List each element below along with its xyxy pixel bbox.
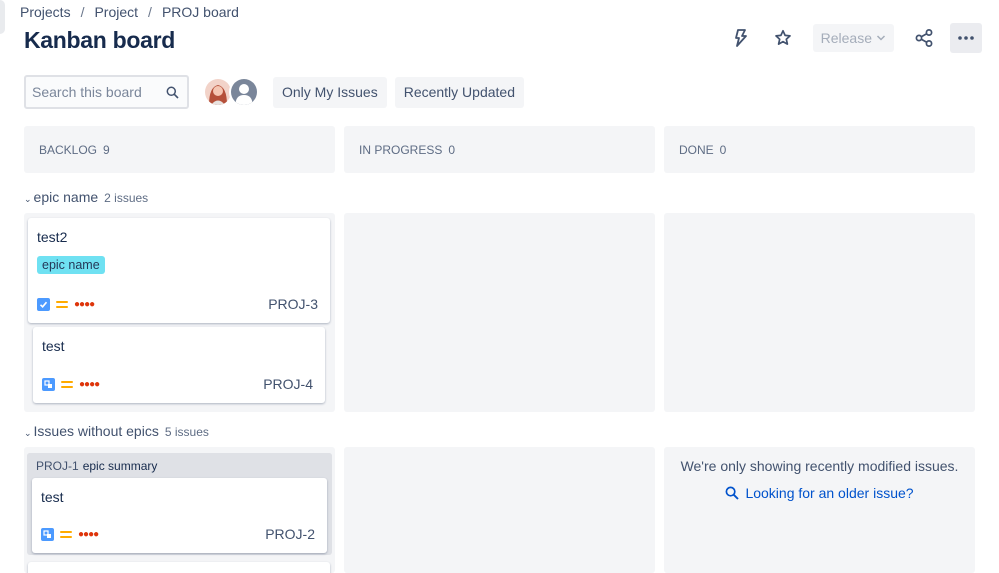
column-count: 0 <box>448 142 456 157</box>
issue-card[interactable]: test ●●●● PROJ-4 <box>33 327 325 403</box>
star-button[interactable] <box>767 23 799 53</box>
search-icon <box>166 86 179 99</box>
column-count: 9 <box>103 142 110 157</box>
card-footer: ●●●● PROJ-3 <box>37 296 318 312</box>
chevron-down-icon: ⌄ <box>24 428 32 438</box>
search-icon <box>725 486 740 500</box>
breadcrumb-separator: / <box>80 4 85 20</box>
assignee-avatars <box>203 77 259 107</box>
header-actions: Release <box>725 23 982 53</box>
parent-issue-group: PROJ-1 epic summary test ●●●● PROJ-2 <box>27 453 332 555</box>
swimlane-header-epic[interactable]: ⌄ epic name 2 issues <box>24 189 148 205</box>
card-footer: ●●●● PROJ-2 <box>41 526 315 542</box>
priority-medium-icon <box>60 529 72 539</box>
parent-issue-summary: epic summary <box>82 458 158 473</box>
parent-issue-bar[interactable]: PROJ-1 epic summary <box>27 453 332 478</box>
breadcrumb-board[interactable]: PROJ board <box>162 4 239 20</box>
estimate-dots-icon: ●●●● <box>78 528 99 540</box>
lane-in-progress-epic <box>344 213 655 412</box>
chevron-down-icon: ⌄ <box>24 194 32 204</box>
card-footer: ●●●● PROJ-4 <box>42 376 313 392</box>
avatar-default-user[interactable] <box>229 77 259 107</box>
column-header-done: DONE 0 <box>664 126 975 173</box>
lane-in-progress-no-epic <box>344 447 655 573</box>
column-name: DONE <box>679 142 714 157</box>
lane-backlog-epic: test2 epic name ●●●● PROJ-3 test ●●●● PR… <box>24 213 335 412</box>
breadcrumb-separator: / <box>148 4 152 20</box>
done-column-message: We're only showing recently modified iss… <box>680 458 959 474</box>
subtask-type-icon <box>42 377 55 391</box>
older-issue-link-text: Looking for an older issue? <box>745 485 914 501</box>
automation-button[interactable] <box>725 23 757 53</box>
priority-medium-icon <box>61 379 73 389</box>
parent-issue-key: PROJ-1 <box>36 458 79 473</box>
filter-only-my-issues[interactable]: Only My Issues <box>273 76 387 108</box>
breadcrumb-projects[interactable]: Projects <box>20 4 71 20</box>
share-button[interactable] <box>908 23 940 53</box>
breadcrumb-project[interactable]: Project <box>94 4 138 20</box>
lightning-icon <box>734 29 747 47</box>
issue-key[interactable]: PROJ-4 <box>263 376 313 392</box>
board-toolbar: Search this board Only My Issues Recentl… <box>24 75 524 109</box>
column-header-backlog: BACKLOG 9 <box>24 126 335 173</box>
search-input[interactable]: Search this board <box>24 75 189 109</box>
issue-card[interactable] <box>28 562 330 573</box>
task-type-icon <box>37 297 50 311</box>
page-title: Kanban board <box>24 27 176 53</box>
subtask-type-icon <box>41 527 54 541</box>
swimlane-header-no-epic[interactable]: ⌄ Issues without epics 5 issues <box>24 423 209 439</box>
search-placeholder: Search this board <box>32 84 142 100</box>
issue-key[interactable]: PROJ-2 <box>265 526 315 542</box>
estimate-dots-icon: ●●●● <box>79 378 100 390</box>
breadcrumb: Projects / Project / PROJ board <box>20 4 239 20</box>
swimlane-title: Issues without epics <box>33 423 159 439</box>
column-count: 0 <box>719 142 727 157</box>
older-issue-link[interactable]: Looking for an older issue? <box>664 485 975 501</box>
column-name: IN PROGRESS <box>359 142 443 157</box>
sidebar-edge <box>0 0 5 34</box>
release-label: Release <box>820 30 872 46</box>
star-icon <box>774 29 791 45</box>
priority-medium-icon <box>56 299 68 309</box>
more-icon <box>958 36 974 40</box>
lane-backlog-no-epic: PROJ-1 epic summary test ●●●● PROJ-2 <box>24 447 335 573</box>
epic-lozenge[interactable]: epic name <box>37 256 105 274</box>
swimlane-count: 5 issues <box>164 425 209 439</box>
issue-card[interactable]: test ●●●● PROJ-2 <box>32 478 327 553</box>
card-summary: test2 <box>37 229 68 245</box>
lane-done-epic <box>664 213 975 412</box>
more-actions-button[interactable] <box>950 23 982 53</box>
share-icon <box>915 29 933 47</box>
column-name: BACKLOG <box>39 142 98 157</box>
chevron-down-icon <box>876 35 886 41</box>
issue-key[interactable]: PROJ-3 <box>268 296 318 312</box>
release-button[interactable]: Release <box>812 24 894 52</box>
swimlane-title: epic name <box>33 189 99 205</box>
column-header-in-progress: IN PROGRESS 0 <box>344 126 655 173</box>
filter-recently-updated[interactable]: Recently Updated <box>394 76 524 108</box>
card-summary: test <box>42 338 65 354</box>
issue-card[interactable]: test2 epic name ●●●● PROJ-3 <box>28 218 330 323</box>
card-summary: test <box>41 489 64 505</box>
swimlane-count: 2 issues <box>104 191 149 205</box>
estimate-dots-icon: ●●●● <box>74 298 95 310</box>
